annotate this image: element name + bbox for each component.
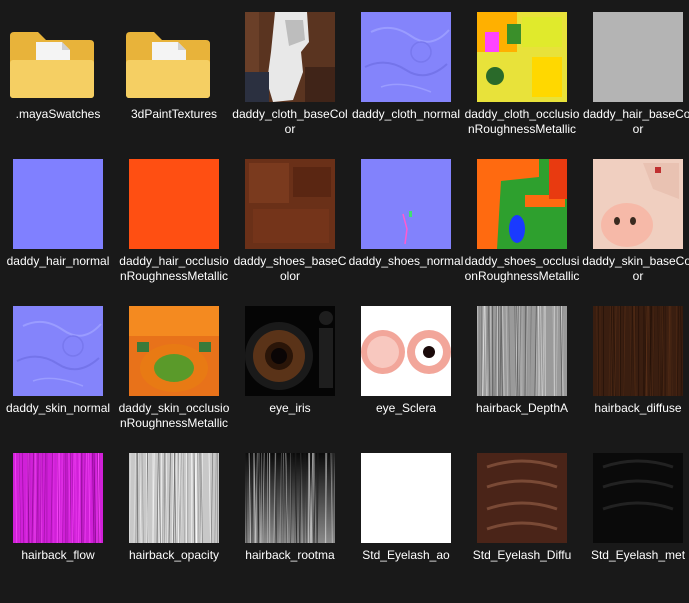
file-name-label: daddy_hair_baseColor xyxy=(582,107,689,136)
file-item-daddy-cloth-occlusionroughnessmetallic[interactable]: daddy_cloth_occlusionRoughnessMetallic xyxy=(464,12,580,162)
texture-thumbnail xyxy=(477,306,567,396)
file-item-mayaswatches[interactable]: .mayaSwatches xyxy=(0,12,116,162)
file-item-hairback-opacity[interactable]: hairback_opacity xyxy=(116,453,232,603)
file-name-label: hairback_rootma xyxy=(245,548,335,562)
texture-thumbnail xyxy=(361,453,451,543)
file-item-hairback-diffuse[interactable]: hairback_diffuse xyxy=(580,306,689,456)
texture-thumbnail xyxy=(593,159,683,249)
file-name-label: daddy_cloth_normal xyxy=(351,107,461,121)
file-item-daddy-hair-basecolor[interactable]: daddy_hair_baseColor xyxy=(580,12,689,162)
file-item-std-eyelash-ao[interactable]: Std_Eyelash_ao xyxy=(348,453,464,603)
texture-thumbnail xyxy=(477,159,567,249)
file-name-label: daddy_hair_normal xyxy=(6,254,110,268)
texture-thumbnail xyxy=(245,12,335,102)
folder-icon xyxy=(8,30,96,100)
texture-thumbnail xyxy=(129,159,219,249)
texture-thumbnail xyxy=(361,306,451,396)
file-item-daddy-shoes-occlusionroughnessmetallic[interactable]: daddy_shoes_occlusionRoughnessMetallic xyxy=(464,159,580,309)
file-name-label: hairback_diffuse xyxy=(594,401,682,415)
file-name-label: .mayaSwatches xyxy=(15,107,101,121)
file-name-label: hairback_DepthA xyxy=(475,401,569,415)
texture-thumbnail xyxy=(13,159,103,249)
file-item-std-eyelash-met[interactable]: Std_Eyelash_met xyxy=(580,453,689,603)
file-item-daddy-skin-normal[interactable]: daddy_skin_normal xyxy=(0,306,116,456)
file-name-label: hairback_opacity xyxy=(128,548,220,562)
texture-thumbnail xyxy=(477,453,567,543)
file-item-std-eyelash-diffu[interactable]: Std_Eyelash_Diffu xyxy=(464,453,580,603)
file-item-daddy-skin-basecolor[interactable]: daddy_skin_baseColor xyxy=(580,159,689,309)
texture-thumbnail xyxy=(593,12,683,102)
texture-thumbnail xyxy=(361,159,451,249)
file-name-label: daddy_skin_baseColor xyxy=(582,254,689,283)
file-name-label: daddy_cloth_occlusionRoughnessMetallic xyxy=(464,107,580,136)
file-item-hairback-flow[interactable]: hairback_flow xyxy=(0,453,116,603)
texture-thumbnail xyxy=(361,12,451,102)
texture-thumbnail xyxy=(129,453,219,543)
file-name-label: hairback_flow xyxy=(21,548,95,562)
file-item-daddy-skin-occlusionroughnessmetallic[interactable]: daddy_skin_occlusionRoughnessMetallic xyxy=(116,306,232,456)
file-item-daddy-cloth-basecolor[interactable]: daddy_cloth_baseColor xyxy=(232,12,348,162)
file-item-daddy-cloth-normal[interactable]: daddy_cloth_normal xyxy=(348,12,464,162)
texture-thumbnail xyxy=(593,453,683,543)
file-name-label: daddy_skin_occlusionRoughnessMetallic xyxy=(118,401,230,430)
file-name-label: Std_Eyelash_Diffu xyxy=(472,548,572,562)
texture-thumbnail xyxy=(477,12,567,102)
file-item-daddy-hair-normal[interactable]: daddy_hair_normal xyxy=(0,159,116,309)
texture-thumbnail xyxy=(13,306,103,396)
file-item-daddy-shoes-basecolor[interactable]: daddy_shoes_baseColor xyxy=(232,159,348,309)
texture-thumbnail xyxy=(13,453,103,543)
file-name-label: eye_iris xyxy=(269,401,311,415)
file-name-label: daddy_cloth_baseColor xyxy=(232,107,348,136)
texture-thumbnail xyxy=(245,453,335,543)
file-name-label: daddy_shoes_occlusionRoughnessMetallic xyxy=(464,254,580,283)
file-name-label: Std_Eyelash_ao xyxy=(362,548,450,562)
folder-icon xyxy=(124,30,212,100)
file-name-label: daddy_shoes_baseColor xyxy=(233,254,347,283)
file-item-hairback-deptha[interactable]: hairback_DepthA xyxy=(464,306,580,456)
folder-icon xyxy=(126,32,210,98)
texture-thumbnail xyxy=(245,306,335,396)
texture-thumbnail xyxy=(129,306,219,396)
file-item-hairback-rootma[interactable]: hairback_rootma xyxy=(232,453,348,603)
folder-icon xyxy=(10,32,94,98)
file-name-label: daddy_shoes_normal xyxy=(348,254,464,268)
file-item-3dpainttextures[interactable]: 3dPaintTextures xyxy=(116,12,232,162)
texture-thumbnail xyxy=(245,159,335,249)
file-item-eye-sclera[interactable]: eye_Sclera xyxy=(348,306,464,456)
texture-thumbnail xyxy=(593,306,683,396)
file-name-label: daddy_hair_occlusionRoughnessMetallic xyxy=(119,254,229,283)
file-name-label: 3dPaintTextures xyxy=(130,107,218,121)
file-item-daddy-shoes-normal[interactable]: daddy_shoes_normal xyxy=(348,159,464,309)
file-name-label: daddy_skin_normal xyxy=(5,401,111,415)
file-name-label: Std_Eyelash_met xyxy=(590,548,686,562)
file-name-label: eye_Sclera xyxy=(375,401,437,415)
file-item-eye-iris[interactable]: eye_iris xyxy=(232,306,348,456)
file-item-daddy-hair-occlusionroughnessmetallic[interactable]: daddy_hair_occlusionRoughnessMetallic xyxy=(116,159,232,309)
